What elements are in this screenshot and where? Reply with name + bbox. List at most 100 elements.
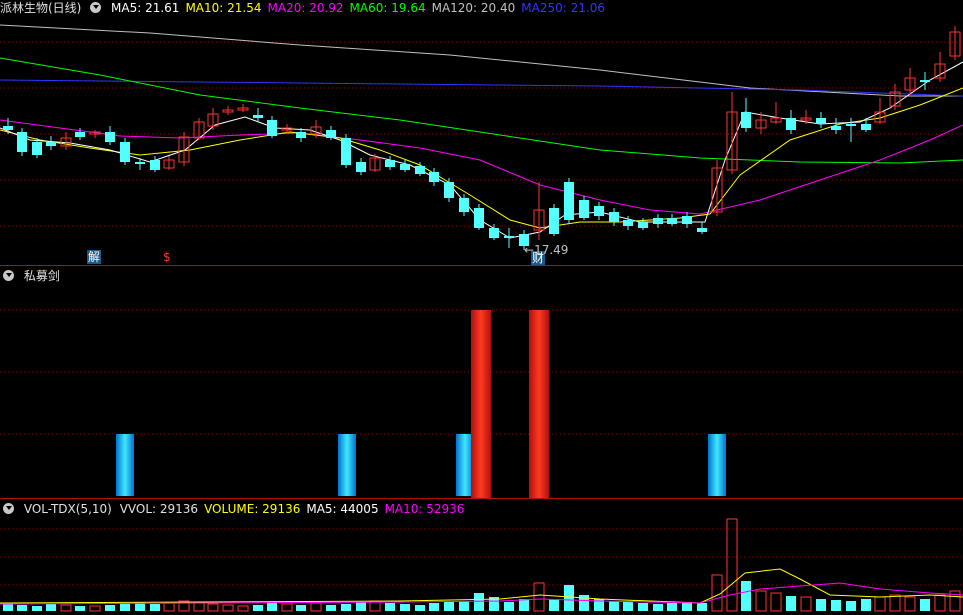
candle-body: [564, 182, 574, 220]
volume-bar: [267, 602, 277, 611]
volume-bar: [741, 581, 751, 611]
volume-bar: [459, 601, 469, 611]
volume-bar: [89, 605, 101, 612]
price-panel: 派林生物(日线) MA5: 21.61 MA10: 21.54 MA20: 20.9…: [0, 0, 963, 265]
volume-title: VOL-TDX(5,10): [23, 502, 112, 516]
candle-body: [831, 126, 841, 130]
ma-label-3: MA60: 19.64: [349, 1, 426, 15]
candle-body: [489, 228, 499, 238]
candle-body: [741, 112, 751, 128]
signal-bar-blue: [708, 434, 726, 496]
low-price-label: ←17.49: [524, 243, 569, 257]
volume-bar: [120, 603, 130, 611]
candle-body: [75, 132, 85, 137]
candle-body: [504, 236, 514, 238]
tag-jie[interactable]: 解: [87, 250, 102, 264]
volume-bar: [163, 602, 175, 612]
volume-bar: [400, 604, 410, 611]
candle-body: [296, 132, 306, 138]
tag-dollar[interactable]: $: [163, 251, 171, 263]
volume-bar: [920, 599, 930, 611]
candle-body: [385, 160, 395, 167]
signal-bar-blue: [338, 434, 356, 496]
volume-bar: [874, 596, 886, 612]
candle-body: [326, 130, 336, 138]
candle-body: [17, 132, 27, 152]
candle-body: [135, 162, 145, 164]
volume-bar: [623, 602, 633, 611]
volume-panel: VOL-TDX(5,10) VVOL: 29136 VOLUME: 29136 MA…: [0, 499, 963, 615]
vol-label-1: VOLUME: 29136: [204, 502, 301, 516]
candle-body: [653, 218, 663, 224]
volume-bar: [60, 604, 72, 612]
volume-bar: [105, 605, 115, 611]
vol-label-3: MA10: 52936: [384, 502, 465, 516]
candle-body: [594, 206, 604, 216]
volume-bar: [429, 603, 439, 611]
candle-body: [667, 218, 677, 224]
ma-label-0: MA5: 21.61: [111, 1, 180, 15]
chevron-down-icon[interactable]: [3, 503, 14, 514]
volume-bar: [17, 605, 27, 611]
candle-body: [400, 164, 410, 170]
candle-body: [846, 124, 856, 126]
candle-body: [579, 200, 589, 218]
candle-body: [253, 115, 263, 118]
volume-bar: [222, 604, 234, 612]
candle-body: [474, 208, 484, 228]
low-price-value: 17.49: [534, 243, 569, 257]
volume-bar: [207, 603, 219, 612]
candle-body: [861, 124, 871, 130]
signal-bar-blue: [116, 434, 134, 496]
volume-bar: [889, 594, 901, 612]
indicator-header: 私募剑: [0, 268, 66, 284]
volume-bar: [800, 596, 812, 612]
candle-body: [682, 216, 692, 224]
volume-bar: [564, 585, 574, 611]
volume-bar: [385, 603, 395, 611]
vol-label-2: MA5: 44005: [306, 502, 379, 516]
ma-line-4: [0, 87, 963, 229]
volume-bar: [786, 596, 796, 611]
stock-title: 派林生物(日线): [0, 1, 82, 15]
chevron-down-icon[interactable]: [90, 2, 102, 13]
volume-legend: VVOL: 29136 VOLUME: 29136 MA5: 44005 MA10: …: [120, 502, 471, 516]
ma-label-4: MA120: 20.40: [431, 1, 516, 15]
volume-bar: [846, 601, 856, 611]
volume-bar: [831, 600, 841, 611]
ma-label-1: MA10: 21.54: [185, 1, 262, 15]
volume-bar: [755, 590, 767, 612]
candle-body: [341, 138, 351, 165]
ma-line-2: [0, 57, 963, 164]
volume-bar: [504, 602, 514, 611]
candle-body: [638, 222, 648, 228]
volume-bar: [341, 604, 351, 611]
candle-body: [105, 132, 115, 142]
volume-bar: [75, 606, 85, 611]
signal-bar-red: [471, 310, 491, 498]
volume-bar: [356, 602, 366, 611]
volume-bar: [519, 599, 529, 611]
volume-bar: [726, 518, 738, 612]
volume-bar: [653, 604, 663, 611]
volume-header: VOL-TDX(5,10) VVOL: 29136 VOLUME: 29136 MA…: [0, 501, 470, 517]
candle-body: [920, 80, 930, 82]
candle-body: [459, 198, 469, 212]
indicator-chart: [0, 309, 963, 498]
indicator-title: 私募剑: [23, 269, 60, 283]
volume-bar: [861, 599, 871, 611]
candle-body: [120, 142, 130, 162]
volume-bar: [770, 592, 782, 612]
candle-body: [32, 142, 42, 155]
volume-bar: [150, 604, 160, 611]
volume-bar: [904, 596, 916, 612]
volume-bar: [237, 605, 249, 612]
candlestick-chart: [0, 24, 963, 250]
candle-body: [3, 126, 13, 130]
volume-bar: [697, 603, 707, 611]
volume-bar: [296, 605, 306, 611]
volume-bar: [32, 606, 42, 611]
chevron-down-icon[interactable]: [3, 270, 14, 281]
volume-bar: [415, 605, 425, 611]
volume-bar: [816, 599, 826, 611]
